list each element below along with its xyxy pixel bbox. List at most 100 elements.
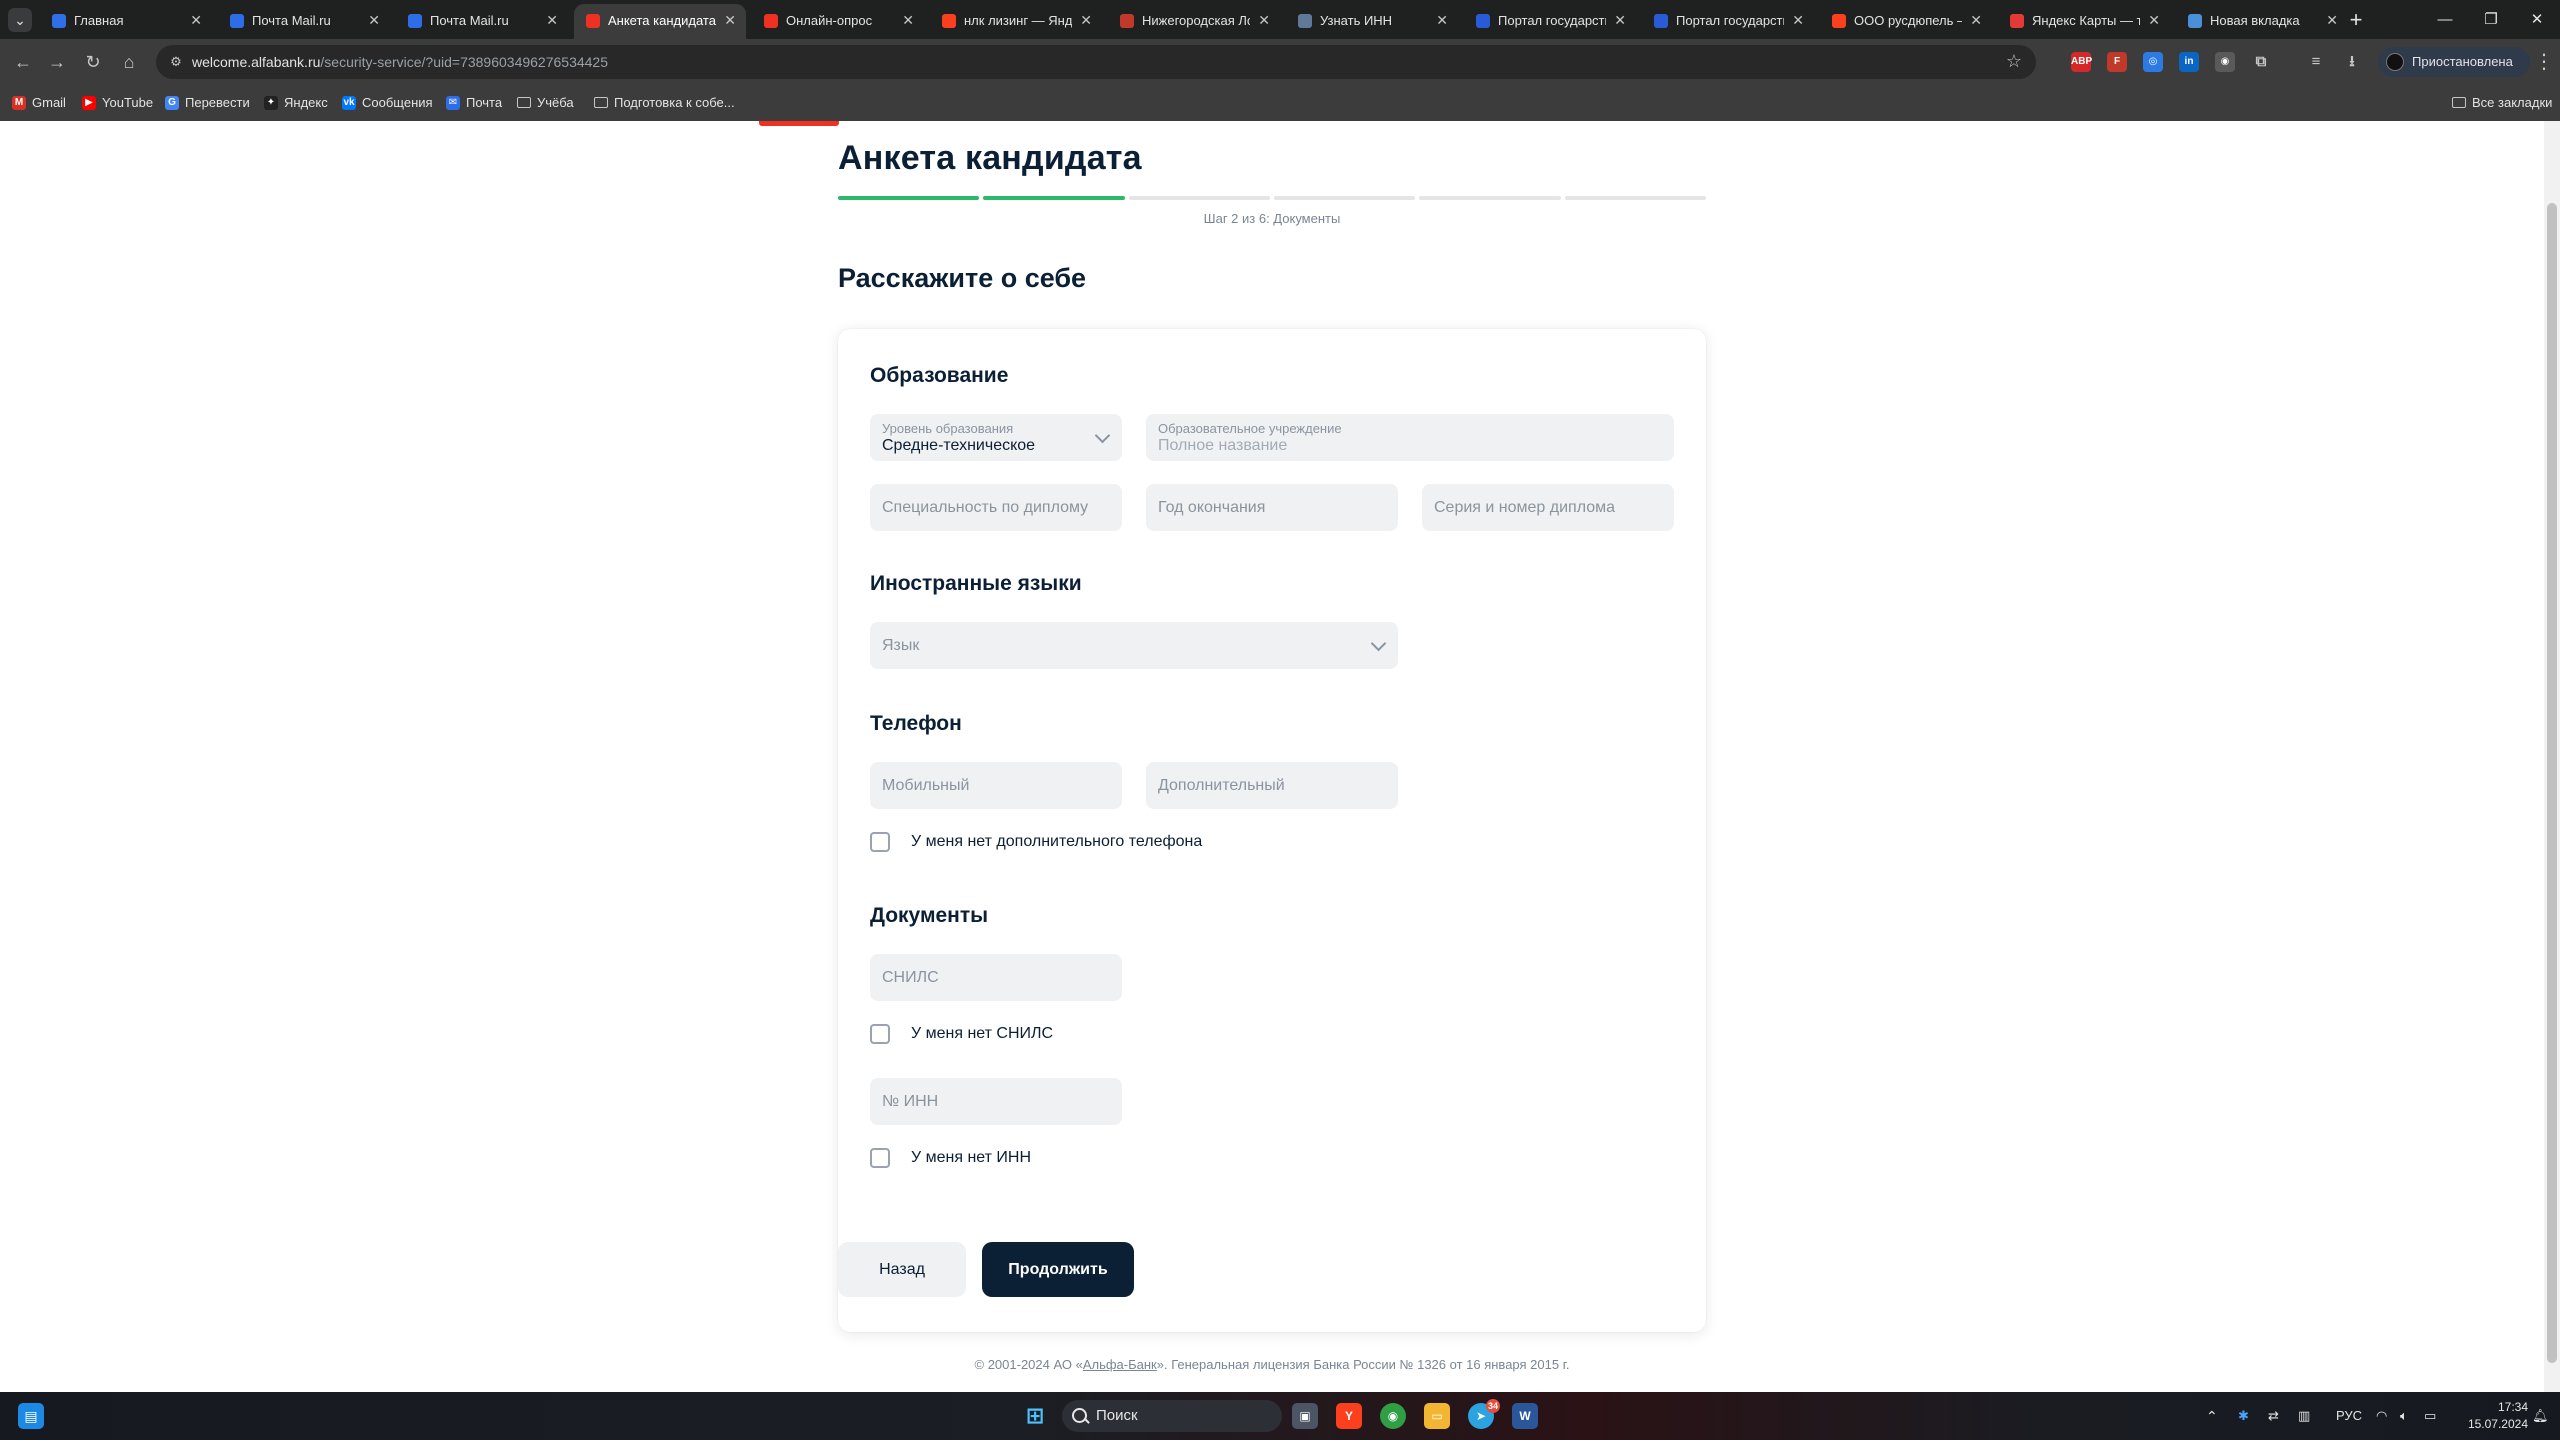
restore-button[interactable]: ❐ — [2468, 0, 2514, 39]
adblock-extension-icon[interactable]: ABP — [2071, 52, 2092, 72]
mobile-phone-field[interactable]: Мобильный — [870, 762, 1122, 809]
browser-menu-icon[interactable]: ⋮ — [2534, 49, 2554, 74]
close-tab-icon[interactable]: ✕ — [368, 4, 380, 37]
snils-field[interactable]: СНИЛС — [870, 954, 1122, 1001]
yandex-browser-icon[interactable]: Y — [1336, 1403, 1362, 1429]
clock[interactable]: 17:34 15.07.2024 — [2452, 1399, 2528, 1433]
back-arrow-icon[interactable]: ← — [10, 49, 36, 75]
browser-tab[interactable]: Нижегородская Ло ✕ — [1108, 4, 1280, 39]
network-activity-icon[interactable]: ▥ — [2298, 1392, 2310, 1440]
new-tab-button[interactable]: + — [2342, 6, 2370, 34]
bookmark-star-icon[interactable]: ☆ — [2006, 51, 2022, 72]
close-tab-icon[interactable]: ✕ — [1258, 4, 1270, 37]
profile-status: Приостановлена — [2412, 54, 2513, 69]
download-icon[interactable]: ⭳ — [2342, 52, 2362, 72]
site-settings-icon[interactable]: ⚙ — [168, 54, 184, 70]
close-tab-icon[interactable]: ✕ — [1970, 4, 1982, 37]
tray-chevron-up-icon[interactable]: ⌃ — [2206, 1392, 2218, 1440]
bookmark-item[interactable]: Подготовка к собе... — [592, 85, 735, 121]
bluetooth-icon[interactable]: ✱ — [2238, 1392, 2249, 1440]
scrollbar-thumb[interactable] — [2547, 203, 2557, 1363]
sync-icon[interactable]: ⇄ — [2268, 1392, 2279, 1440]
checkbox-icon[interactable] — [870, 832, 890, 852]
browser-tab[interactable]: Онлайн-опрос ✕ — [752, 4, 924, 39]
close-tab-icon[interactable]: ✕ — [724, 4, 736, 37]
media-controls-icon[interactable]: ≡ — [2306, 52, 2326, 72]
alfa-bank-icon — [586, 14, 600, 28]
close-tab-icon[interactable]: ✕ — [546, 4, 558, 37]
checkbox-icon[interactable] — [870, 1024, 890, 1044]
bookmark-item[interactable]: ▶ YouTube — [80, 85, 153, 121]
close-tab-icon[interactable]: ✕ — [1436, 4, 1448, 37]
browser-tab[interactable]: нлк лизинг — Янде ✕ — [930, 4, 1102, 39]
notifications-bell-icon[interactable]: 🔔︎ — [2532, 1392, 2549, 1440]
home-icon[interactable]: ⌂ — [116, 49, 142, 75]
linkedin-extension-icon[interactable]: in — [2179, 52, 2199, 72]
task-view-icon[interactable]: ▣ — [1292, 1403, 1318, 1429]
address-bar[interactable]: ⚙ welcome.alfabank.ru/security-service/?… — [156, 45, 2036, 79]
reload-icon[interactable]: ↻ — [80, 49, 106, 75]
telegram-icon[interactable]: ➤ 34 — [1468, 1399, 1500, 1429]
minimize-button[interactable]: — — [2422, 0, 2468, 39]
institution-field[interactable]: Образовательное учреждение Полное назван… — [1146, 414, 1674, 461]
specialty-field[interactable]: Специальность по диплому — [870, 484, 1122, 531]
scrollbar[interactable] — [2544, 121, 2560, 1392]
chrome-icon[interactable]: ◉ — [1380, 1403, 1406, 1429]
bookmark-item[interactable]: ✉ Почта — [444, 85, 502, 121]
input-language[interactable]: РУС — [2336, 1392, 2362, 1440]
word-icon[interactable]: W — [1512, 1403, 1538, 1429]
tab-search-menu-button[interactable]: ⌄ — [8, 8, 32, 32]
bookmark-item[interactable]: G Перевести — [163, 85, 250, 121]
file-explorer-icon[interactable]: ▭ — [1424, 1403, 1450, 1429]
browser-tab[interactable]: Яндекс Карты — тр ✕ — [1998, 4, 2170, 39]
wifi-icon[interactable]: ◠ — [2376, 1392, 2387, 1440]
close-tab-icon[interactable]: ✕ — [2148, 4, 2160, 37]
browser-tab[interactable]: Почта Mail.ru ✕ — [218, 4, 390, 39]
folder-icon — [517, 97, 531, 108]
bookmark-item[interactable]: vk Сообщения — [340, 85, 433, 121]
close-tab-icon[interactable]: ✕ — [902, 4, 914, 37]
close-tab-icon[interactable]: ✕ — [1614, 4, 1626, 37]
education-level-select[interactable]: Уровень образования Средне-техническое — [870, 414, 1122, 461]
extension-icon[interactable]: ◎ — [2143, 52, 2163, 72]
browser-tab[interactable]: Портал государств ✕ — [1464, 4, 1636, 39]
browser-tab[interactable]: Главная ✕ — [40, 4, 212, 39]
extensions-puzzle-icon[interactable]: ⧉ — [2251, 52, 2271, 72]
bookmark-item[interactable]: M Gmail — [10, 85, 66, 121]
taskbar-search[interactable]: Поиск — [1062, 1400, 1282, 1432]
diploma-number-field[interactable]: Серия и номер диплома — [1422, 484, 1674, 531]
language-select[interactable]: Язык — [870, 622, 1398, 669]
bookmark-item[interactable]: ✦ Яндекс — [262, 85, 328, 121]
close-tab-icon[interactable]: ✕ — [2326, 4, 2338, 37]
browser-tab[interactable]: Новая вкладка ✕ — [2176, 4, 2348, 39]
volume-icon[interactable]: 🔈︎ — [2400, 1392, 2408, 1440]
start-windows-icon[interactable]: ⊞ — [1022, 1403, 1048, 1429]
url-text[interactable]: welcome.alfabank.ru/security-service/?ui… — [192, 45, 608, 79]
back-button[interactable]: Назад — [838, 1242, 966, 1297]
profile-button[interactable]: Приостановлена — [2378, 47, 2530, 77]
all-bookmarks-button[interactable]: Все закладки — [2450, 85, 2552, 121]
footer-bank-link[interactable]: Альфа-Банк — [1083, 1357, 1157, 1372]
close-tab-icon[interactable]: ✕ — [1080, 4, 1092, 37]
continue-button[interactable]: Продолжить — [982, 1242, 1134, 1297]
close-tab-icon[interactable]: ✕ — [190, 4, 202, 37]
browser-tab[interactable]: Анкета кандидата ✕ — [574, 4, 746, 39]
vpn-extension-icon[interactable]: ◉ — [2215, 52, 2235, 72]
browser-tab[interactable]: Узнать ИНН ✕ — [1286, 4, 1458, 39]
browser-tab-strip: ⌄ Главная ✕ Почта Mail.ru ✕ Почта Mail.ru ✕ Ан… — [0, 0, 2560, 39]
extension-icon[interactable]: F — [2107, 52, 2127, 72]
widgets-icon[interactable]: ▤ — [18, 1403, 44, 1429]
close-window-button[interactable]: ✕ — [2514, 0, 2560, 39]
browser-tab[interactable]: Почта Mail.ru ✕ — [396, 4, 568, 39]
battery-icon[interactable]: ▭ — [2424, 1392, 2436, 1440]
forward-arrow-icon[interactable]: → — [44, 49, 70, 75]
bookmark-item[interactable]: Учёба — [515, 85, 574, 121]
inn-field[interactable]: № ИНН — [870, 1078, 1122, 1125]
extra-phone-field[interactable]: Дополнительный — [1146, 762, 1398, 809]
graduation-year-field[interactable]: Год окончания — [1146, 484, 1398, 531]
progress-step-done — [838, 196, 980, 200]
browser-tab[interactable]: Портал государств ✕ — [1642, 4, 1814, 39]
close-tab-icon[interactable]: ✕ — [1792, 4, 1804, 37]
browser-tab[interactable]: ООО русдюпель – ✕ — [1820, 4, 1992, 39]
checkbox-icon[interactable] — [870, 1148, 890, 1168]
